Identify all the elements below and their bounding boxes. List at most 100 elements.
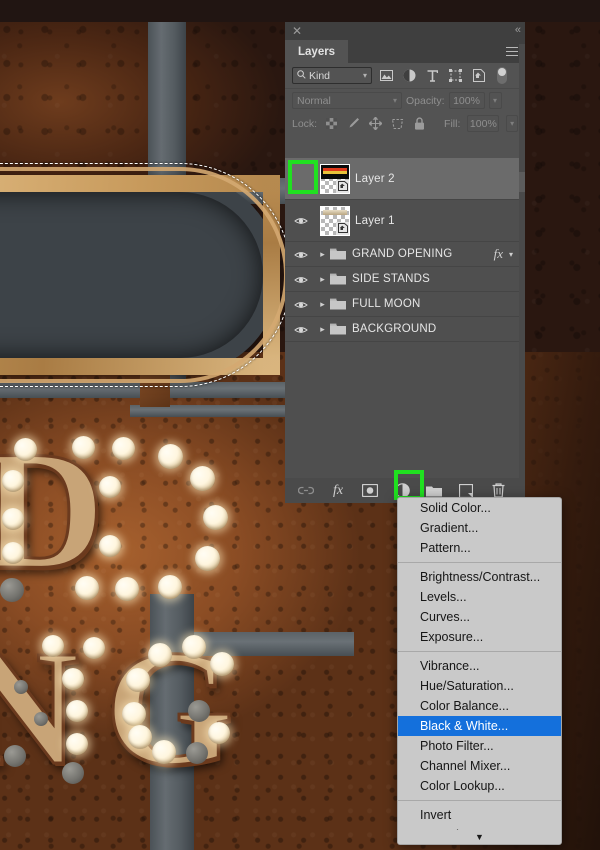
visibility-toggle-background[interactable] [285, 317, 315, 341]
menu-item-black-and-white[interactable]: Black & White... [398, 716, 561, 736]
marquee-bulb [66, 733, 88, 755]
filter-kind-select[interactable]: Kind ▾ [292, 67, 372, 84]
panel-menu-icon[interactable] [506, 47, 518, 56]
group-expand-chevron-right-icon[interactable]: ▸ [315, 324, 330, 335]
menu-item-gradient[interactable]: Gradient... [398, 518, 561, 538]
layer-name: Layer 1 [355, 214, 395, 227]
lock-row: Lock: Fill: 100% ▾ [285, 112, 525, 135]
marquee-bulb [210, 652, 234, 676]
layer-row-background[interactable]: ▸ BACKGROUND [285, 317, 519, 342]
add-layer-mask-icon[interactable] [361, 482, 379, 500]
group-expand-chevron-right-icon[interactable]: ▸ [315, 249, 330, 260]
blend-mode-value: Normal [297, 94, 331, 107]
pixel-layer-filter-icon[interactable] [378, 67, 395, 84]
fill-chevron-down-icon[interactable]: ▾ [506, 115, 519, 132]
marquee-bulb [203, 505, 228, 530]
layer-row-full-moon[interactable]: ▸ FULL MOON [285, 292, 519, 317]
blend-mode-select[interactable]: Normal ▾ [292, 92, 402, 109]
layer-row-layer-1[interactable]: Layer 1 [285, 200, 519, 242]
menu-item-vibrance[interactable]: Vibrance... [398, 656, 561, 676]
layer-row-grand-opening[interactable]: ▸ GRAND OPENING fx ▾ [285, 242, 519, 267]
layers-list: Layer 2 Layer 1 ▸ GRAND OPENING fx ▾ ▸ S… [285, 158, 519, 489]
menu-item-pattern[interactable]: Pattern... [398, 538, 561, 558]
fill-value: 100% [469, 117, 497, 130]
add-layer-style-icon[interactable]: fx [329, 482, 347, 500]
menu-item-curves[interactable]: Curves... [398, 607, 561, 627]
menu-item-color-lookup[interactable]: Color Lookup... [398, 776, 561, 796]
panel-resize-handle[interactable] [519, 172, 525, 192]
marquee-bulb [42, 635, 64, 657]
fx-icon: fx [493, 246, 503, 261]
filter-toggle-icon[interactable] [493, 67, 510, 84]
link-layers-icon[interactable] [297, 482, 315, 500]
fill-label: Fill: [444, 117, 461, 130]
visibility-toggle-layer-2[interactable] [285, 158, 315, 199]
folder-icon [330, 298, 347, 310]
blend-mode-row: Normal ▾ Opacity: 100% ▾ [285, 88, 525, 112]
adjustment-layer-filter-icon[interactable] [401, 67, 418, 84]
shape-layer-filter-icon[interactable] [447, 67, 464, 84]
marquee-bulb-off [186, 742, 208, 764]
eye-icon [293, 300, 308, 309]
menu-item-brightness-contrast[interactable]: Brightness/Contrast... [398, 567, 561, 587]
group-expand-chevron-right-icon[interactable]: ▸ [315, 274, 330, 285]
marquee-bulb [148, 643, 172, 667]
folder-icon [330, 273, 347, 285]
marquee-bulb [122, 702, 146, 726]
type-layer-filter-icon[interactable] [424, 67, 441, 84]
layer-name: FULL MOON [352, 298, 421, 310]
menu-separator [398, 800, 561, 801]
layer-effects-indicator[interactable]: fx ▾ [494, 242, 513, 266]
lock-all-icon[interactable] [412, 115, 427, 132]
marquee-bulb [83, 637, 105, 659]
opacity-input[interactable]: 100% [448, 92, 485, 109]
menu-item-levels[interactable]: Levels... [398, 587, 561, 607]
group-expand-chevron-right-icon[interactable]: ▸ [315, 299, 330, 310]
marquee-bulb [152, 740, 176, 764]
folder-icon [330, 248, 347, 260]
layer-row-layer-2[interactable]: Layer 2 [285, 158, 519, 200]
marquee-bulb [112, 437, 135, 460]
visibility-toggle-layer-1[interactable] [285, 200, 315, 241]
canvas-top-strip [0, 0, 600, 22]
menu-item-photo-filter[interactable]: Photo Filter... [398, 736, 561, 756]
smart-object-filter-icon[interactable] [470, 67, 487, 84]
marquee-bulb [195, 546, 220, 571]
marquee-bulb [115, 577, 139, 601]
chevron-down-icon[interactable]: ▾ [509, 250, 513, 259]
marquee-bulb [62, 668, 84, 690]
menu-item-invert[interactable]: Invert [398, 805, 561, 825]
menu-item-channel-mixer[interactable]: Channel Mixer... [398, 756, 561, 776]
visibility-toggle-side-stands[interactable] [285, 267, 315, 291]
marquee-bulb-off [62, 762, 84, 784]
menu-item-solid-color[interactable]: Solid Color... [398, 498, 561, 518]
marquee-bulb [158, 444, 183, 469]
marquee-bulb-off [0, 578, 24, 602]
lock-artboard-nesting-icon[interactable] [390, 115, 405, 132]
layer-thumbnail-cell[interactable] [315, 205, 355, 236]
collapse-panel-icon[interactable]: « [515, 24, 521, 36]
visibility-toggle-full-moon[interactable] [285, 292, 315, 316]
marquee-bulb [75, 576, 99, 600]
lock-position-icon[interactable] [368, 115, 383, 132]
visibility-toggle-grand-opening[interactable] [285, 242, 315, 266]
fill-input[interactable]: 100% [467, 115, 500, 132]
panel-side-rail [519, 44, 525, 503]
layer-row-side-stands[interactable]: ▸ SIDE STANDS [285, 267, 519, 292]
eye-icon [293, 275, 308, 284]
layers-panel: ✕ « Layers Kind ▾ Normal ▾ Opacity: 100%… [285, 22, 525, 503]
layer-thumbnail [320, 205, 350, 236]
opacity-chevron-down-icon[interactable]: ▾ [488, 92, 502, 109]
close-icon[interactable]: ✕ [291, 25, 303, 37]
layer-name: GRAND OPENING [352, 248, 453, 260]
tab-layers[interactable]: Layers [285, 40, 349, 63]
layer-thumbnail-cell[interactable] [315, 163, 355, 194]
menu-scroll-down-arrow-icon[interactable]: ▼ [398, 830, 561, 844]
menu-item-color-balance[interactable]: Color Balance... [398, 696, 561, 716]
menu-item-exposure[interactable]: Exposure... [398, 627, 561, 647]
lock-transparent-pixels-icon[interactable] [324, 115, 339, 132]
smart-object-badge-icon [336, 221, 349, 235]
menu-item-hue-saturation[interactable]: Hue/Saturation... [398, 676, 561, 696]
marquee-bulb [99, 535, 121, 557]
lock-image-pixels-icon[interactable] [346, 115, 361, 132]
